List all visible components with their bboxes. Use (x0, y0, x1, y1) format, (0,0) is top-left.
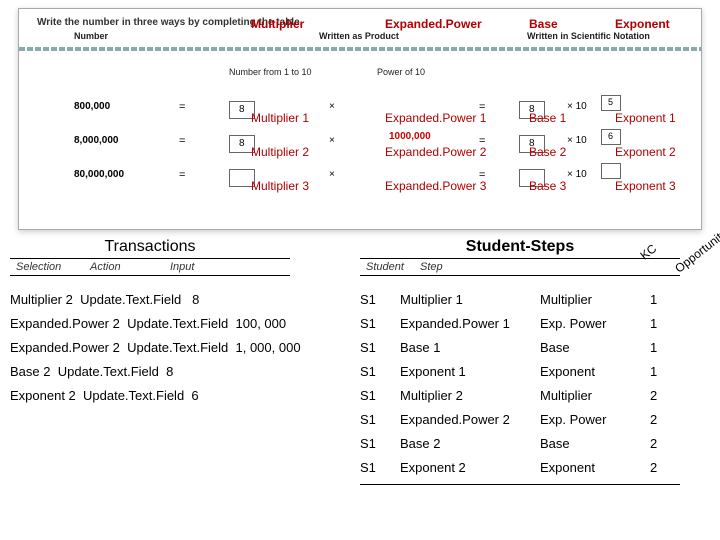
transaction-row: Multiplier 2 Update.Text.Field 8 (10, 288, 354, 312)
transaction-row: Base 2 Update.Text.Field 8 (10, 360, 354, 384)
student-steps-body: S1Multiplier 1Multiplier1 S1Expanded.Pow… (360, 288, 710, 480)
row-mult-label: Multiplier 2 (251, 145, 309, 159)
divider (19, 47, 701, 51)
row-base-label: Base 2 (529, 145, 566, 159)
row-mult-label: Multiplier 1 (251, 111, 309, 125)
sub-power: Power of 10 (377, 67, 425, 77)
row-mult-label: Multiplier 3 (251, 179, 309, 193)
ws-row: 80,000,000 = × = × 10 Multiplier 3 Expan… (19, 169, 701, 203)
transactions-panel: Transactions Selection Action Input Mult… (10, 238, 354, 408)
student-step-row: S1Exponent 2Exponent2 (360, 456, 710, 480)
row-base-label: Base 1 (529, 111, 566, 125)
th-step: Step (420, 261, 560, 273)
col-number: Number (74, 31, 108, 41)
exponent-input[interactable] (601, 163, 621, 179)
row-number: 80,000,000 (74, 169, 124, 180)
th-selection: Selection (10, 261, 90, 273)
equals: = (179, 135, 185, 147)
overlay-base: Base (529, 17, 558, 31)
row-exp-label: Expanded.Power 3 (385, 179, 486, 193)
student-step-row: S1Exponent 1Exponent1 (360, 360, 710, 384)
student-steps-header: Student Step (360, 261, 710, 273)
overlay-multiplier: Multiplier (251, 17, 304, 31)
times: × (329, 101, 335, 112)
student-step-row: S1Base 1Base1 (360, 336, 710, 360)
overlay-expanded: Expanded.Power (385, 17, 482, 31)
times: × (329, 135, 335, 146)
row-number: 800,000 (74, 101, 110, 112)
transactions-body: Multiplier 2 Update.Text.Field 8 Expande… (10, 288, 354, 408)
student-step-row: S1Expanded.Power 1 Exp. Power1 (360, 312, 710, 336)
transactions-header: Selection Action Input (10, 261, 354, 273)
ws-row: 8,000,000 = 8 × 1000,000 = 8 × 10 6 Mult… (19, 135, 701, 169)
exponent-input[interactable]: 5 (601, 95, 621, 111)
equals: = (179, 169, 185, 181)
transaction-row: Expanded.Power 2 Update.Text.Field 1, 00… (10, 336, 354, 360)
divider (360, 258, 680, 259)
row-exponent-label: Exponent 1 (615, 111, 676, 125)
th-action: Action (90, 261, 170, 273)
worksheet-image: Write the number in three ways by comple… (18, 8, 702, 230)
divider (10, 258, 290, 259)
student-step-row: S1Multiplier 1Multiplier1 (360, 288, 710, 312)
times10: × 10 (567, 169, 587, 180)
times10: × 10 (567, 135, 587, 146)
ws-row: 800,000 = 8 × = 8 × 10 5 Multiplier 1 Ex… (19, 101, 701, 135)
row-exp-label: Expanded.Power 2 (385, 145, 486, 159)
times10: × 10 (567, 101, 587, 112)
th-input: Input (170, 261, 250, 273)
transaction-row: Expanded.Power 2 Update.Text.Field 100, … (10, 312, 354, 336)
row-exp-label: Expanded.Power 1 (385, 111, 486, 125)
times: × (329, 169, 335, 180)
row-exponent-label: Exponent 3 (615, 179, 676, 193)
col-scientific: Written in Scientific Notation (527, 31, 650, 41)
student-steps-panel: Student-Steps Student Step S1Multiplier … (360, 238, 710, 487)
th-student: Student (360, 261, 420, 273)
exponent-input[interactable]: 6 (601, 129, 621, 145)
overlay-exponent: Exponent (615, 17, 670, 31)
divider (360, 484, 680, 485)
divider (10, 275, 290, 276)
sub-range: Number from 1 to 10 (229, 67, 312, 77)
equals: = (179, 101, 185, 113)
red-entry: 1000,000 (389, 131, 431, 142)
row-base-label: Base 3 (529, 179, 566, 193)
col-product: Written as Product (319, 31, 399, 41)
transaction-row: Exponent 2 Update.Text.Field 6 (10, 384, 354, 408)
student-step-row: S1Multiplier 2Multiplier2 (360, 384, 710, 408)
student-step-row: S1Expanded.Power 2 Exp. Power2 (360, 408, 710, 432)
student-step-row: S1Base 2Base2 (360, 432, 710, 456)
student-steps-title: Student-Steps (400, 238, 640, 256)
transactions-title: Transactions (50, 238, 250, 256)
divider (360, 275, 680, 276)
row-number: 8,000,000 (74, 135, 119, 146)
row-exponent-label: Exponent 2 (615, 145, 676, 159)
